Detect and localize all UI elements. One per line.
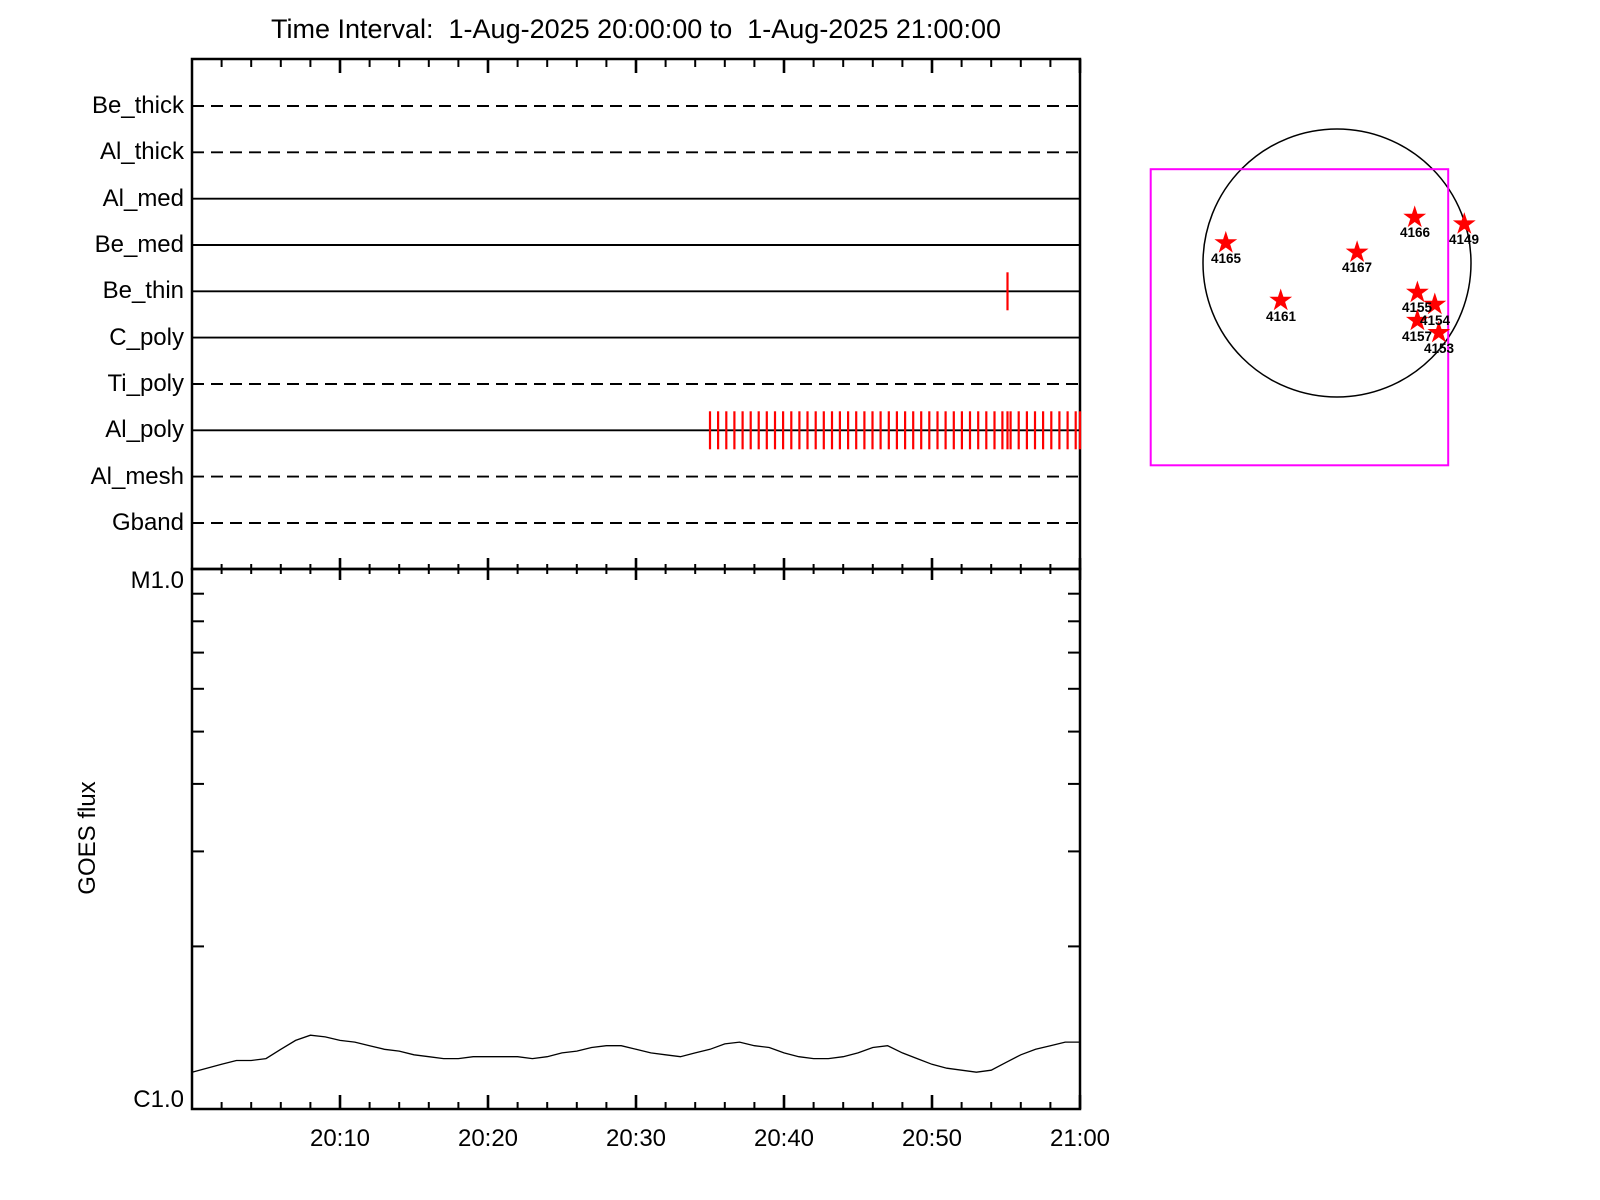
x-tick-label-21-00: 21:00 [1049,1125,1111,1152]
filter-label-be-thin: Be_thin [102,277,184,304]
active-region-star-4161 [1269,288,1293,311]
filter-label-be-thick: Be_thick [91,92,184,119]
flux-bottom-label: C1.0 [133,1086,184,1113]
active-region-star-4155 [1406,280,1429,303]
filter-label-gband: Gband [111,509,184,536]
goes-panel-frame [190,567,1082,1111]
filter-label-al-thick: Al_thick [99,138,184,165]
active-region-star-4149 [1452,212,1476,234]
x-tick-label-20-20: 20:20 [457,1125,519,1152]
active-region-star-4166 [1403,205,1427,228]
active-region-star-4167 [1345,240,1369,262]
active-region-star-4165 [1214,230,1238,253]
filter-label-al-mesh: Al_mesh [90,463,184,490]
flux-top-label: M1.0 [130,567,184,594]
x-tick-label-20-50: 20:50 [901,1125,963,1152]
x-tick-label-20-40: 20:40 [753,1125,815,1152]
xrt-goes-timeline-figure: Time Interval: 1-Aug-2025 20:00:00 to 1-… [0,0,1600,1200]
filter-label-c-poly: C_poly [109,324,184,351]
active-region-label-4167: 4167 [1341,260,1373,275]
active-region-label-4161: 4161 [1265,309,1297,324]
x-tick-label-20-30: 20:30 [605,1125,667,1152]
goes-flux-axis-title: GOES flux [74,781,101,895]
active-region-label-4154: 4154 [1419,313,1451,328]
filter-label-al-poly: Al_poly [105,416,184,443]
filter-label-be-med: Be_med [94,231,184,258]
active-region-label-4149: 4149 [1448,232,1480,247]
xrt-panel-frame [190,57,1082,571]
plot-canvas [190,57,1476,1111]
filter-label-al-med: Al_med [102,185,184,212]
filter-label-ti-poly: Ti_poly [107,370,184,397]
active-region-label-4165: 4165 [1210,251,1242,266]
goes-flux-curve [191,1034,1080,1073]
x-tick-label-20-10: 20:10 [309,1125,371,1152]
active-region-label-4153: 4153 [1423,341,1455,356]
figure-title: Time Interval: 1-Aug-2025 20:00:00 to 1-… [271,14,1001,44]
